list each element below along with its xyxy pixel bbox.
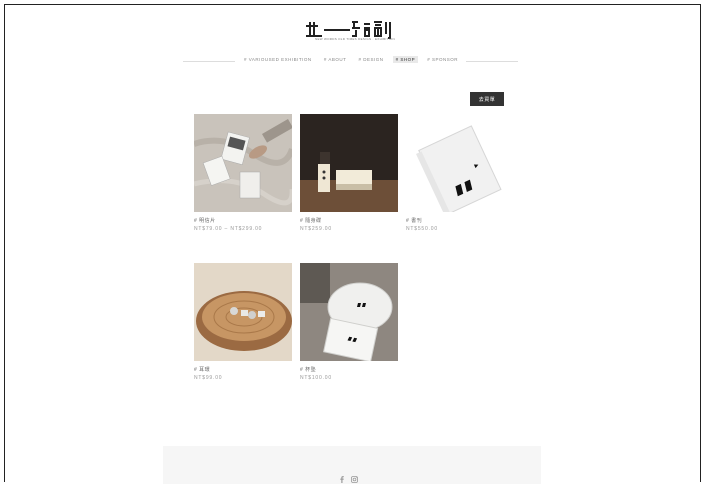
nav-item-exhibition[interactable]: # VARIOUSED EXHIBITION xyxy=(241,56,315,63)
product-image[interactable] xyxy=(194,263,292,361)
product-image[interactable] xyxy=(300,114,398,212)
instagram-icon[interactable] xyxy=(351,470,358,483)
product-image[interactable] xyxy=(194,114,292,212)
product-name[interactable]: # 隨身碟 xyxy=(300,217,322,224)
nav-divider-left xyxy=(183,61,235,62)
logo-subtitle: NEW WORDS OLD TIMES DESIGN · EXHIBITION xyxy=(315,37,395,41)
product-name[interactable]: # 耳環 xyxy=(194,366,210,373)
product-image[interactable] xyxy=(300,263,398,361)
page-frame xyxy=(4,4,701,482)
social-links xyxy=(339,470,358,483)
product-price: NT$99.00 xyxy=(194,375,223,381)
nav-item-design[interactable]: # DESIGN xyxy=(355,56,386,63)
product-price: NT$550.00 xyxy=(406,226,438,232)
page-footer xyxy=(163,446,541,484)
product-name[interactable]: # 杯墊 xyxy=(300,366,316,373)
main-nav: # VARIOUSED EXHIBITION # ABOUT # DESIGN … xyxy=(183,55,518,67)
product-name[interactable]: # 書刊 xyxy=(406,217,422,224)
checkout-button[interactable]: 去買單 xyxy=(470,92,504,106)
nav-divider-right xyxy=(466,61,518,62)
product-name[interactable]: # 明信片 xyxy=(194,217,216,224)
facebook-icon[interactable] xyxy=(339,470,345,483)
nav-item-sponsor[interactable]: # SPONSOR xyxy=(424,56,461,63)
product-price: NT$79.00 – NT$299.00 xyxy=(194,226,263,232)
product-image[interactable] xyxy=(406,114,504,212)
nav-item-about[interactable]: # ABOUT xyxy=(321,56,350,63)
nav-item-shop[interactable]: # SHOP xyxy=(392,56,419,63)
product-price: NT$100.00 xyxy=(300,375,332,381)
product-price: NT$259.00 xyxy=(300,226,332,232)
